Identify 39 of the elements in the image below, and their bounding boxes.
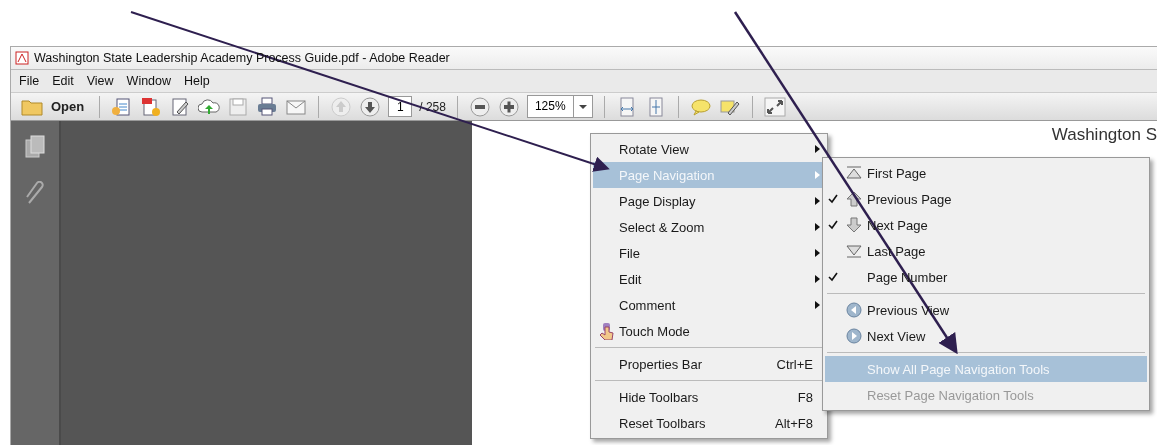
next-page-icon[interactable] <box>359 96 382 117</box>
menu-item[interactable]: Rotate View <box>593 136 825 162</box>
full-screen-icon[interactable] <box>763 96 786 117</box>
pages-icon <box>24 135 46 159</box>
back-icon <box>846 302 862 318</box>
menu-item[interactable]: Hide Toolbars F8 <box>593 384 825 410</box>
menu-item[interactable]: Previous Page <box>825 186 1147 212</box>
menu-item[interactable]: Next View <box>825 323 1147 349</box>
menu-item[interactable]: First Page <box>825 160 1147 186</box>
export-document-icon[interactable] <box>140 96 163 117</box>
down-arrow-icon <box>846 217 862 233</box>
last-page-icon <box>846 244 862 258</box>
menu-item[interactable]: Touch Mode <box>593 318 825 344</box>
menu-item[interactable]: Edit <box>52 74 74 88</box>
zoom-field[interactable]: 125% <box>526 95 593 118</box>
hand-icon <box>597 322 615 340</box>
menu-item[interactable]: Comment <box>593 292 825 318</box>
menu-item[interactable]: Window <box>126 74 172 88</box>
menu-item[interactable]: View <box>86 74 114 88</box>
first-page-icon <box>846 166 862 180</box>
menu-item[interactable]: Edit <box>593 266 825 292</box>
menu-item[interactable]: File <box>19 74 40 88</box>
zoom-in-icon[interactable] <box>497 96 520 117</box>
pdf-icon <box>15 51 29 65</box>
print-icon[interactable] <box>256 96 279 117</box>
menu-item[interactable]: Select & Zoom <box>593 214 825 240</box>
page-number-field[interactable]: 1 <box>388 96 413 117</box>
menu-item[interactable]: File <box>593 240 825 266</box>
cloud-upload-icon[interactable] <box>198 96 221 117</box>
up-arrow-icon <box>846 191 862 207</box>
forward-icon <box>846 328 862 344</box>
document-heading: Washington S <box>1051 125 1157 146</box>
menu-item[interactable]: Page Display <box>593 188 825 214</box>
zoom-out-icon[interactable] <box>468 96 491 117</box>
menu-item[interactable]: Properties Bar Ctrl+E <box>593 351 825 377</box>
folder-icon <box>21 97 43 116</box>
open-button[interactable]: Open <box>17 97 89 116</box>
menu-item[interactable]: Help <box>184 74 210 88</box>
menu-item[interactable]: Reset Toolbars Alt+F8 <box>593 410 825 436</box>
